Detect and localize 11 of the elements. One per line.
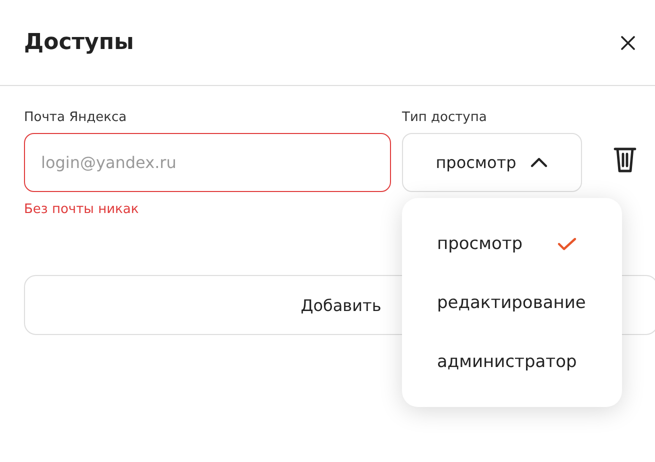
email-field[interactable]: login@yandex.ru	[24, 133, 391, 192]
delete-button[interactable]	[613, 146, 637, 174]
dialog-title: Доступы	[24, 30, 134, 55]
menu-option[interactable]: администратор	[402, 334, 622, 390]
access-type-dropdown[interactable]: просмотр	[402, 133, 582, 192]
menu-option[interactable]: просмотр	[402, 216, 622, 272]
chevron-icon	[530, 157, 548, 168]
field-label: Тип доступа	[402, 110, 488, 127]
field-label: Почта Яндекса	[24, 110, 128, 127]
menu-option[interactable]: редактирование	[402, 274, 622, 330]
error-message: Без почты никак	[24, 202, 140, 217]
